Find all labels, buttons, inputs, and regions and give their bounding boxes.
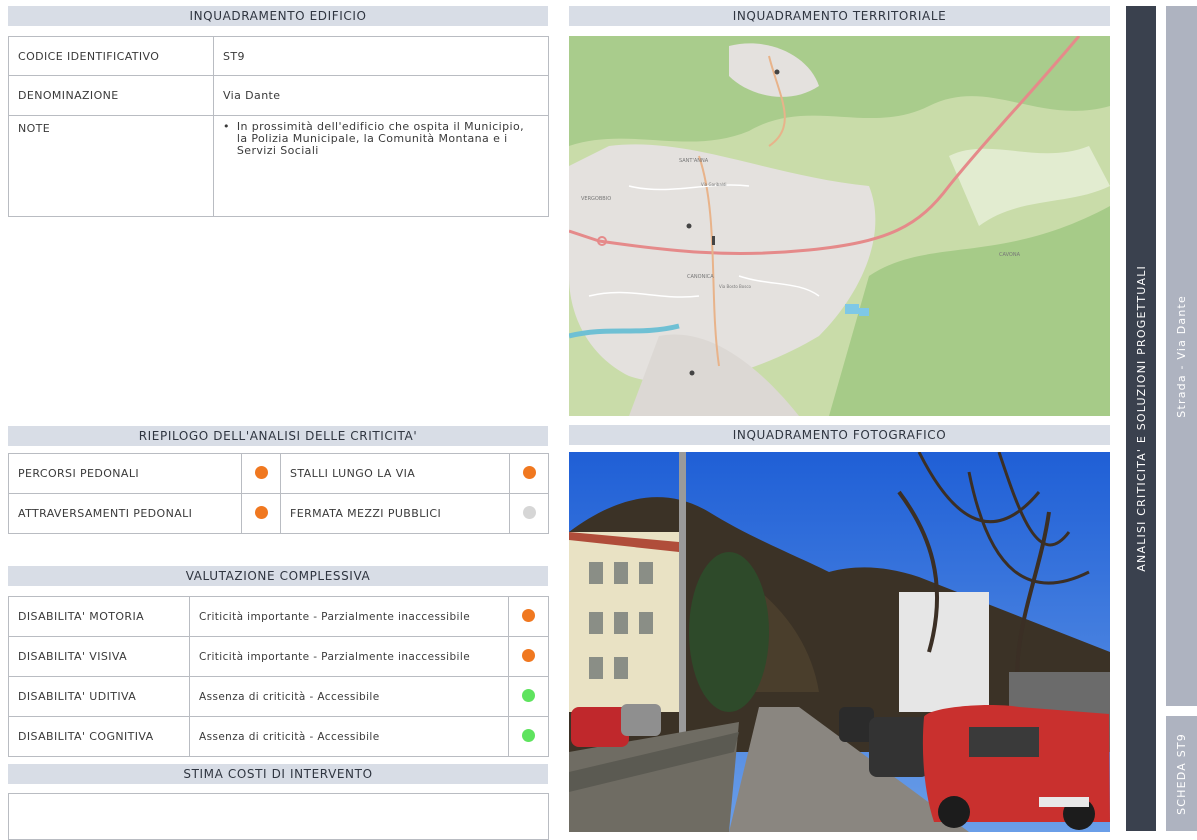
street-photo	[569, 452, 1110, 832]
evaluation-label: DISABILITA' COGNITIVA	[8, 716, 190, 757]
side-title: ANALISI CRITICITA' E SOLUZIONI PROGETTUA…	[1134, 265, 1148, 572]
map-label-vergobbio: VERGOBBIO	[581, 196, 611, 202]
card-id: SCHEDA ST9	[1175, 732, 1188, 815]
table-row: DISABILITA' UDITIVA Assenza di criticità…	[8, 676, 549, 717]
building-table: CODICE IDENTIFICATIVO ST9 DENOMINAZIONE …	[8, 36, 549, 217]
summary-label: STALLI LUNGO LA VIA	[280, 453, 510, 494]
status-cell	[508, 716, 549, 757]
evaluation-header: VALUTAZIONE COMPLESSIVA	[8, 566, 548, 586]
code-label: CODICE IDENTIFICATIVO	[8, 36, 214, 76]
side-subtitle: Strada - Via Dante	[1175, 294, 1188, 418]
table-row: DISABILITA' MOTORIA Criticità importante…	[8, 596, 549, 637]
summary-label: PERCORSI PEDONALI	[8, 453, 242, 494]
map-label-santanna: SANT'ANNA	[679, 158, 709, 164]
table-row: PERCORSI PEDONALI STALLI LUNGO LA VIA	[8, 453, 549, 494]
summary-table: PERCORSI PEDONALI STALLI LUNGO LA VIA AT…	[8, 453, 549, 534]
bullet-icon: •	[223, 120, 230, 133]
photo-header: INQUADRAMENTO FOTOGRAFICO	[569, 425, 1110, 445]
map-image: VERGOBBIO SANT'ANNA CANONICA CAVONA Via …	[569, 36, 1110, 416]
evaluation-label: DISABILITA' UDITIVA	[8, 676, 190, 717]
photo-image	[569, 452, 1110, 832]
status-dot-icon	[522, 465, 536, 479]
table-row: NOTE • In prossimità dell'edificio che o…	[8, 115, 549, 217]
status-cell	[508, 596, 549, 637]
status-cell	[508, 636, 549, 677]
map-label-cavona: CAVONA	[999, 252, 1021, 258]
status-dot-icon	[522, 608, 535, 622]
summary-label: FERMATA MEZZI PUBBLICI	[280, 493, 510, 534]
status-dot-icon	[522, 505, 536, 519]
name-label: DENOMINAZIONE	[8, 75, 214, 116]
name-value: Via Dante	[213, 75, 549, 116]
note-value: • In prossimità dell'edificio che ospita…	[213, 115, 549, 217]
table-row: ATTRAVERSAMENTI PEDONALI FERMATA MEZZI P…	[8, 493, 549, 534]
side-subtitle-bar: Strada - Via Dante	[1166, 6, 1197, 706]
status-cell	[508, 676, 549, 717]
note-label: NOTE	[8, 115, 214, 217]
evaluation-value: Criticità importante - Parzialmente inac…	[189, 596, 509, 637]
map-label-bosto: Via Bosto Bosco	[719, 284, 752, 289]
evaluation-label: DISABILITA' MOTORIA	[8, 596, 190, 637]
table-row: DENOMINAZIONE Via Dante	[8, 75, 549, 116]
status-cell	[509, 493, 549, 534]
table-row: CODICE IDENTIFICATIVO ST9	[8, 36, 549, 76]
status-dot-icon	[522, 648, 535, 662]
map-label-canonica: CANONICA	[687, 274, 714, 280]
table-row: DISABILITA' COGNITIVA Assenza di critici…	[8, 716, 549, 757]
summary-header: RIEPILOGO DELL'ANALISI DELLE CRITICITA'	[8, 426, 548, 446]
side-title-bar: ANALISI CRITICITA' E SOLUZIONI PROGETTUA…	[1126, 6, 1156, 831]
evaluation-value: Assenza di criticità - Accessibile	[189, 716, 509, 757]
evaluation-value: Criticità importante - Parzialmente inac…	[189, 636, 509, 677]
building-header: INQUADRAMENTO EDIFICIO	[8, 6, 548, 26]
code-value: ST9	[213, 36, 549, 76]
status-cell	[241, 453, 281, 494]
status-dot-icon	[522, 688, 535, 702]
status-cell	[509, 453, 549, 494]
status-dot-icon	[254, 505, 268, 519]
note-text: In prossimità dell'edificio che ospita i…	[236, 120, 524, 157]
table-row: DISABILITA' VISIVA Criticità importante …	[8, 636, 549, 677]
map-label-garibaldi: Via Garibaldi	[701, 182, 727, 187]
evaluation-value: Assenza di criticità - Accessibile	[189, 676, 509, 717]
status-cell	[241, 493, 281, 534]
territory-map[interactable]: VERGOBBIO SANT'ANNA CANONICA CAVONA Via …	[569, 36, 1110, 416]
evaluation-label: DISABILITA' VISIVA	[8, 636, 190, 677]
costs-box	[8, 793, 549, 840]
summary-label: ATTRAVERSAMENTI PEDONALI	[8, 493, 242, 534]
costs-header: STIMA COSTI DI INTERVENTO	[8, 764, 548, 784]
status-dot-icon	[254, 465, 268, 479]
territory-header: INQUADRAMENTO TERRITORIALE	[569, 6, 1110, 26]
status-dot-icon	[522, 728, 535, 742]
side-card-bar: SCHEDA ST9	[1166, 716, 1197, 831]
evaluation-table: DISABILITA' MOTORIA Criticità importante…	[8, 596, 549, 757]
